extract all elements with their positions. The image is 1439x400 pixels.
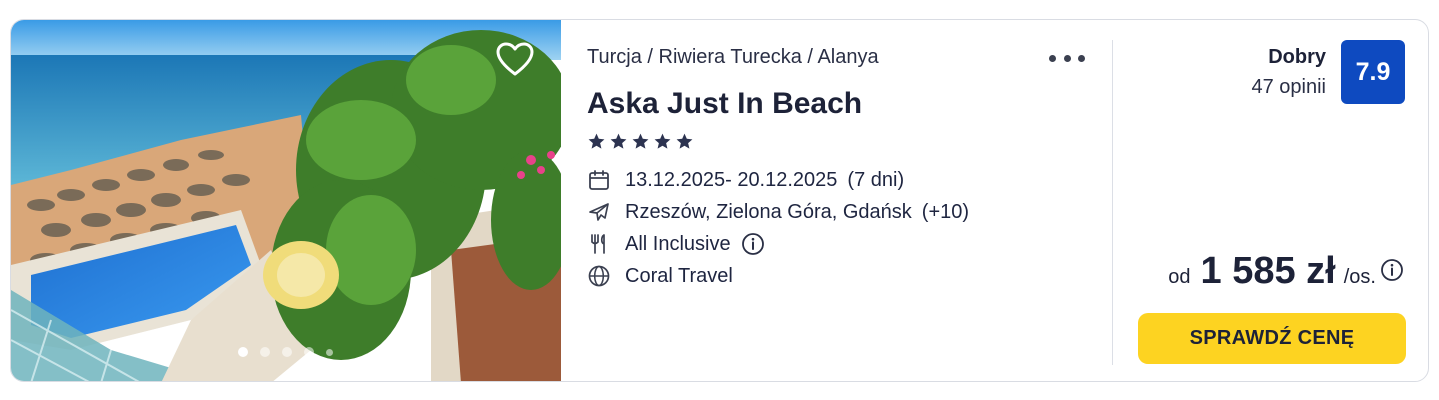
column-divider <box>1112 40 1113 365</box>
operator-row: Coral Travel <box>587 264 733 288</box>
hotel-photo[interactable] <box>11 20 561 381</box>
info-icon[interactable] <box>741 232 765 256</box>
photo-carousel-dots <box>11 347 561 357</box>
price-per-person: /os. <box>1343 266 1376 288</box>
board-row: All Inclusive <box>587 232 765 256</box>
star-icon <box>632 133 649 149</box>
location-breadcrumb: Turcja / Riwiera Turecka / Alanya <box>587 46 879 68</box>
hotel-photo-image <box>11 20 561 381</box>
calendar-icon <box>589 170 609 190</box>
rating-score-badge: 7.9 <box>1341 40 1405 104</box>
check-price-button[interactable]: SPRAWDŹ CENĘ <box>1138 313 1406 364</box>
tour-operator: Coral Travel <box>625 264 733 287</box>
more-dots-icon[interactable] <box>1049 47 1085 69</box>
plane-icon <box>589 203 609 221</box>
price-amount: 1 585 zł <box>1200 250 1336 292</box>
carousel-dot[interactable] <box>326 348 333 356</box>
price-prefix: od <box>1168 266 1191 288</box>
carousel-dot[interactable] <box>260 347 270 357</box>
carousel-dot[interactable] <box>238 347 248 357</box>
star-icon <box>588 133 605 149</box>
offer-card[interactable]: Turcja / Riwiera Turecka / Alanya Aska J… <box>10 19 1429 382</box>
carousel-dot[interactable] <box>304 347 314 357</box>
heart-icon[interactable] <box>495 40 535 80</box>
offer-info: Turcja / Riwiera Turecka / Alanya Aska J… <box>587 20 1087 381</box>
cutlery-icon <box>591 234 605 254</box>
carousel-dot[interactable] <box>282 347 292 357</box>
departure-row: Rzeszów, Zielona Góra, Gdańsk (+10) <box>587 200 969 224</box>
travel-dates: 13.12.2025- 20.12.2025 <box>625 168 838 191</box>
rating-label: Dobry <box>1268 46 1326 68</box>
price: od 1 585 zł /os. <box>1168 250 1404 293</box>
review-count[interactable]: 47 opinii <box>1251 76 1326 99</box>
trip-duration: (7 dni) <box>847 168 905 191</box>
departure-more[interactable]: (+10) <box>922 201 969 224</box>
hotel-name[interactable]: Aska Just In Beach <box>587 87 862 121</box>
star-icon <box>654 133 671 149</box>
star-rating <box>587 132 694 151</box>
dates-row: 13.12.2025- 20.12.2025 (7 dni) <box>587 168 904 192</box>
star-icon <box>610 133 627 149</box>
globe-icon <box>588 265 610 287</box>
departure-airports: Rzeszów, Zielona Góra, Gdańsk <box>625 200 912 223</box>
board-type: All Inclusive <box>625 232 731 255</box>
star-icon <box>676 133 693 149</box>
info-icon[interactable] <box>1380 258 1404 282</box>
